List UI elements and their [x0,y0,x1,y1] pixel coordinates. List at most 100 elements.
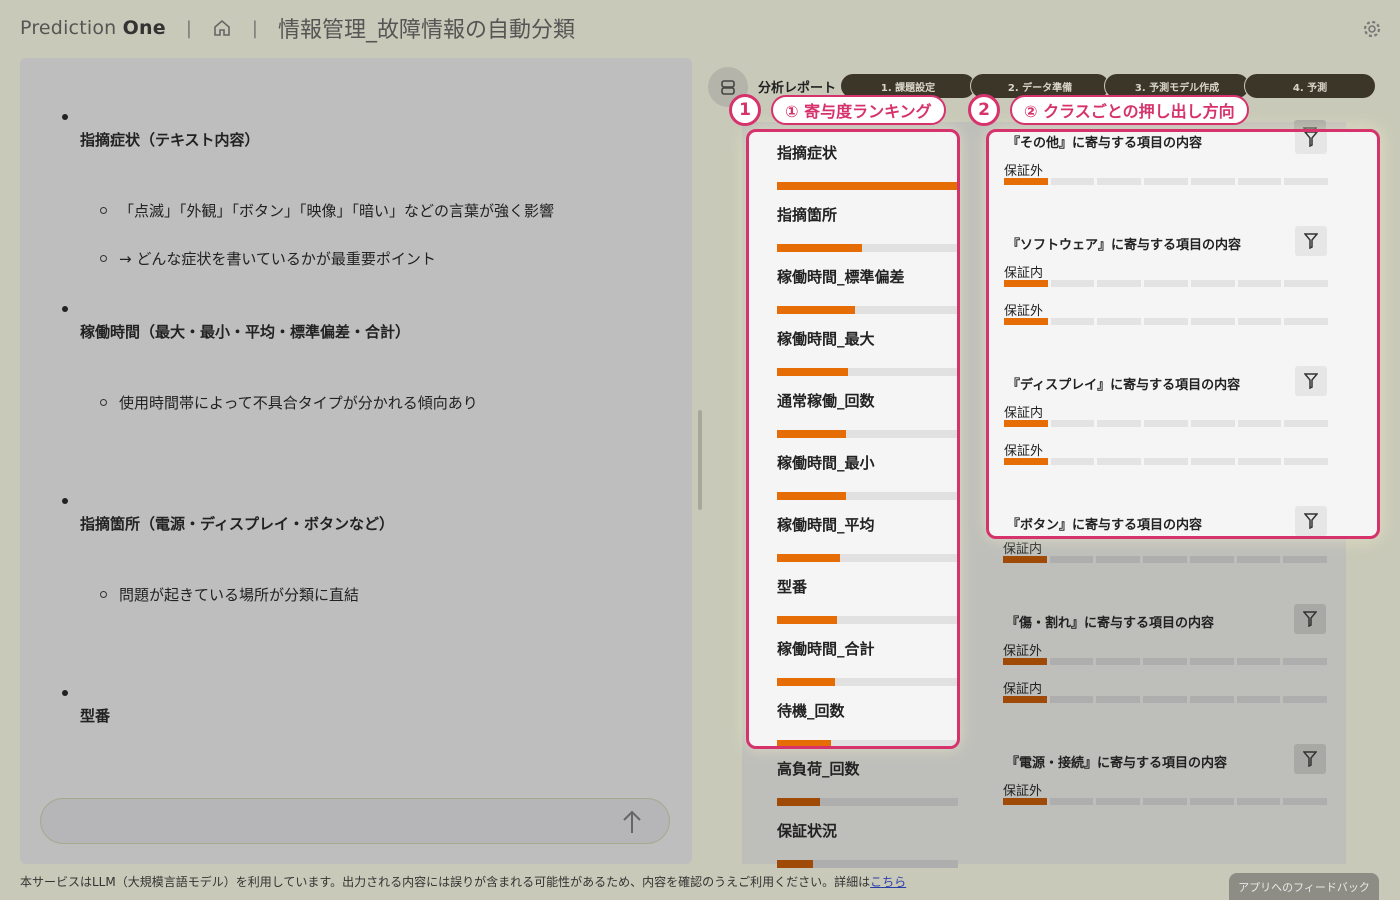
details-link[interactable]: こちら [870,875,906,889]
direction-segment [1050,280,1095,287]
direction-segment [1049,798,1094,805]
feature-bar [777,616,837,624]
direction-segment [1049,696,1094,703]
direction-segment [1237,280,1282,287]
feature-bar [777,244,863,252]
direction-segment [1284,178,1329,185]
class-row-label: 保証内 [1003,542,1043,557]
feature-name: 指摘箇所 [777,206,838,224]
feature-name: 保証状況 [777,822,838,840]
feature-row: 指摘箇所 [762,204,957,252]
feature-row: 待機_回数 [762,700,957,746]
direction-segment [1284,420,1329,427]
direction-bar [1004,458,1329,465]
bullet-dot [62,690,68,696]
direction-segment [1283,696,1328,703]
direction-segment [1144,318,1188,325]
feature-row: 稼働時間_最大 [762,328,957,376]
feature-bar-track [777,306,957,314]
panel-resize-handle[interactable] [698,410,702,510]
filter-button[interactable] [1295,132,1327,154]
direction-segment [1096,658,1141,665]
filter-icon [1303,751,1317,767]
hollow-bullet-icon [100,207,107,214]
feature-bar-track [777,554,957,562]
send-arrow-icon[interactable] [621,809,643,835]
direction-bar [1004,178,1329,185]
filter-button[interactable] [1294,604,1326,634]
direction-segment [1096,556,1141,563]
class-row-label: 保証外 [1003,644,1043,659]
bullet-heading: 稼働時間（最大・最小・平均・標準偏差・合計） [80,323,411,341]
home-icon[interactable] [212,18,232,38]
direction-bar [1003,696,1328,703]
feature-row: 保証状況 [762,820,958,868]
direction-segment [1004,458,1048,465]
brand-logo[interactable]: Prediction One [20,17,166,39]
feature-bar-track [777,368,957,376]
direction-segment [1050,178,1095,185]
feedback-button[interactable]: アプリへのフィードバック [1229,873,1379,900]
direction-segment [1284,280,1329,287]
feature-row: 稼働時間_標準偏差 [762,266,957,314]
direction-segment [1003,658,1047,665]
direction-segment [1143,696,1187,703]
highlight-class-direction: 『その他』に寄与する項目の内容 保証外 『ソフトウェア』に寄与する項目の内容 保証内保… [986,129,1380,539]
sub-item-text: 問題が起きている場所が分類に直結 [119,586,360,604]
direction-segment [1003,556,1047,563]
feature-row: 稼働時間_平均 [762,514,957,562]
filter-button[interactable] [1295,366,1327,396]
filter-button[interactable] [1295,506,1327,536]
chat-panel: 指摘症状（テキスト内容） 「点滅」「外観」「ボタン」「映像」「暗い」などの言葉が強… [20,58,692,864]
direction-segment [1050,458,1095,465]
feature-name: 指摘症状 [777,144,838,162]
feature-name: 待機_回数 [777,702,845,720]
step-tab-4[interactable]: 4. 予測 [1244,73,1376,99]
filter-icon [1303,611,1317,627]
direction-segment [1097,178,1142,185]
app-header: Prediction One | | 情報管理_故障情報の自動分類 [0,0,1400,56]
gear-icon[interactable] [1362,19,1382,39]
filter-button[interactable] [1294,744,1326,774]
chat-input[interactable] [40,798,670,844]
bullet-sub-item: 問題が起きている場所が分類に直結 [100,584,359,605]
feature-name: 稼働時間_最小 [777,454,875,472]
bullet-dot [62,306,68,312]
feature-name: 稼働時間_平均 [777,516,875,534]
filter-icon [1304,373,1318,389]
filter-icon [1304,132,1318,147]
direction-segment [1096,696,1141,703]
bullet-sub-item: → どんな症状を書いているかが最重要ポイント [100,248,436,269]
direction-segment [1283,556,1328,563]
class-row-label: 保証内 [1003,682,1043,697]
report-label: 分析レポート [758,81,837,96]
bullet-heading: 指摘箇所（電源・ディスプレイ・ボタンなど） [80,515,394,533]
direction-segment [1190,318,1235,325]
filter-button[interactable] [1295,226,1327,256]
bullet-heading: 指摘症状（テキスト内容） [80,131,260,149]
direction-bar [1003,658,1328,665]
feature-bar-track [777,860,958,868]
class-title: 『ディスプレイ』に寄与する項目の内容 [1007,378,1241,393]
direction-segment [1097,458,1142,465]
direction-segment [1050,318,1095,325]
direction-segment [1190,420,1235,427]
feature-bar-track [777,492,957,500]
sub-item-text: 使用時間帯によって不具合タイプが分かれる傾向あり [119,394,478,412]
feature-name: 稼働時間_標準偏差 [777,268,905,286]
feature-name: 通常稼働_回数 [777,392,875,410]
direction-segment [1144,280,1188,287]
direction-segment [1284,318,1329,325]
footer-disclaimer: 本サービスはLLM（大規模言語モデル）を利用しています。出力される内容には誤りが… [20,875,907,889]
annotation-badge-2: 2 [968,94,1000,126]
direction-segment [1096,798,1141,805]
direction-segment [1237,178,1282,185]
feature-name: 型番 [777,578,808,596]
direction-segment [1004,318,1048,325]
annotation-badge-1: 1 [729,94,761,126]
direction-segment [1004,178,1048,185]
highlight-feature-ranking: 指摘症状指摘箇所稼働時間_標準偏差稼働時間_最大通常稼働_回数 稼働時間_最小 稼働… [746,129,960,749]
direction-segment [1190,178,1235,185]
feature-bar-track [777,182,957,190]
class-row-label: 保証内 [1004,406,1044,421]
